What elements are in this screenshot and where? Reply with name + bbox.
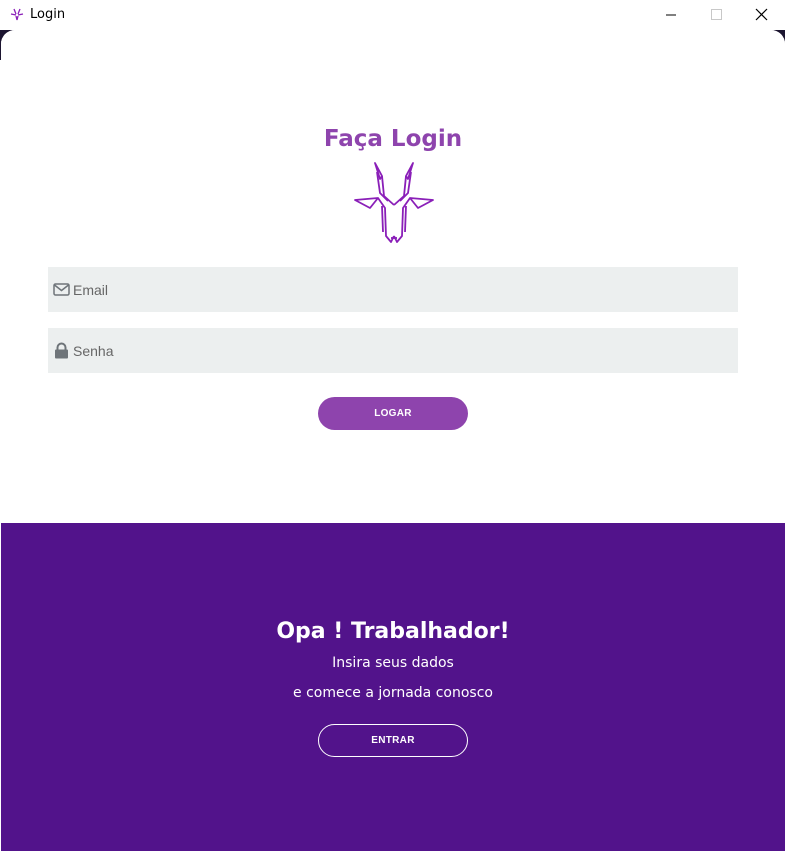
close-button[interactable] — [739, 0, 785, 30]
email-field[interactable] — [48, 267, 738, 312]
welcome-text-line2: e comece a jornada conosco — [293, 685, 493, 701]
antelope-head-logo-icon — [354, 162, 434, 243]
login-panel: Faça Login Email LOGAR — [1, 30, 785, 523]
close-icon — [755, 8, 768, 21]
envelope-icon — [53, 283, 70, 296]
window-titlebar: Login — [0, 0, 787, 30]
login-button[interactable]: LOGAR — [318, 397, 468, 430]
maximize-button[interactable] — [693, 0, 739, 30]
login-title: Faça Login — [323, 126, 463, 152]
window-title: Login — [30, 7, 66, 22]
email-input[interactable] — [73, 267, 723, 312]
password-field[interactable] — [48, 328, 738, 373]
enter-button[interactable]: ENTRAR — [318, 724, 468, 757]
app-window: Faça Login Email LOGAR Opa ! Trabalhador… — [1, 30, 785, 851]
lock-icon — [55, 342, 68, 359]
welcome-panel: Opa ! Trabalhador! Insira seus dados e c… — [1, 523, 785, 851]
password-input[interactable] — [73, 328, 723, 373]
maximize-icon — [711, 9, 722, 20]
minimize-icon — [666, 14, 676, 16]
welcome-text-line1: Insira seus dados — [332, 655, 454, 671]
welcome-title: Opa ! Trabalhador! — [276, 619, 510, 644]
minimize-button[interactable] — [648, 0, 694, 30]
app-icon — [10, 8, 24, 21]
